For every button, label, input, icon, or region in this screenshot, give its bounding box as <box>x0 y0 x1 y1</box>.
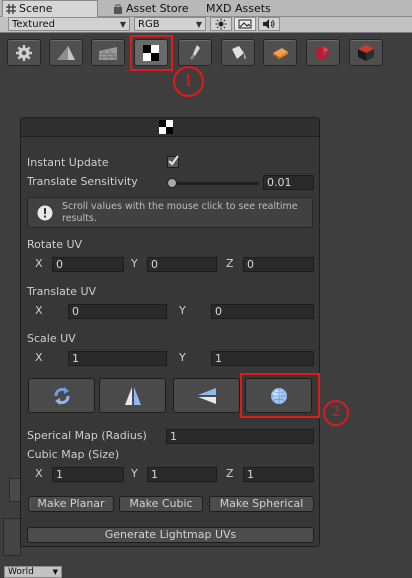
color-mode-value: RGB <box>138 19 160 30</box>
brush-tool-button[interactable] <box>178 39 212 66</box>
chevron-down-icon: ▼ <box>52 568 58 576</box>
wall-icon <box>99 46 117 60</box>
generate-lightmap-uvs-button[interactable]: Generate Lightmap UVs <box>27 527 314 543</box>
spherical-map-label: Sperical Map (Radius) <box>27 429 147 442</box>
cubic-map-y-label: Y <box>131 467 138 480</box>
checkmark-icon <box>168 155 179 166</box>
tab-mxd-assets[interactable]: MXD Assets <box>206 1 286 16</box>
cubic-map-label: Cubic Map (Size) <box>27 448 120 461</box>
paint-bucket-icon <box>232 45 246 59</box>
flip-vertical-button[interactable] <box>99 378 166 413</box>
flip-horizontal-button[interactable] <box>173 378 240 413</box>
eraser-icon <box>273 47 288 59</box>
spherical-map-radius-field[interactable]: 1 <box>166 429 314 444</box>
scale-uv-x-field[interactable]: 1 <box>68 351 167 366</box>
make-spherical-button[interactable]: Make Spherical <box>209 496 314 512</box>
translate-sensitivity-slider-handle[interactable] <box>167 178 177 188</box>
cubic-map-y-field[interactable]: 1 <box>147 467 217 482</box>
color-mode-dropdown[interactable]: RGB ▼ <box>134 17 206 31</box>
face-tool-button[interactable] <box>91 39 125 66</box>
speaker-icon <box>263 19 275 29</box>
pyramid-icon <box>57 45 75 60</box>
world-dropdown-label: World <box>8 567 34 577</box>
rotate-uv-z-label: Z <box>226 257 234 270</box>
gear-icon <box>16 44 32 61</box>
tab-asset-store-label: Asset Store <box>126 2 189 15</box>
paint-tool-button[interactable] <box>221 39 255 66</box>
cubic-map-x-field[interactable]: 1 <box>52 467 124 482</box>
annotation-number: 1 <box>183 71 194 90</box>
lighting-toggle[interactable] <box>210 17 232 31</box>
hash-icon <box>6 3 16 18</box>
tab-mxd-assets-label: MXD Assets <box>206 2 271 15</box>
red-gem-icon <box>316 45 329 60</box>
world-dropdown[interactable]: World ▼ <box>4 566 62 578</box>
cubic-map-x-label: X <box>35 467 43 480</box>
translate-sensitivity-slider-track[interactable] <box>173 182 259 185</box>
render-mode-value: Textured <box>12 19 55 30</box>
cubic-map-z-field[interactable]: 1 <box>243 467 314 482</box>
rotate-uv-x-field[interactable]: 0 <box>52 257 124 272</box>
flip-horizontal-icon <box>197 387 216 404</box>
rotate-arrows-icon <box>54 386 69 405</box>
box-icon <box>358 44 374 61</box>
render-mode-dropdown[interactable]: Textured ▼ <box>8 17 130 31</box>
scene-gizmo-stub <box>3 518 21 556</box>
annotation-highlight-box <box>130 35 173 71</box>
annotation-marker-1: 1 <box>173 66 204 97</box>
material-tool-button[interactable] <box>263 39 297 66</box>
scene-toolbar: Textured ▼ RGB ▼ <box>0 17 412 33</box>
scale-uv-y-label: Y <box>179 351 186 364</box>
tab-bar: Scene Asset Store MXD Assets <box>0 0 412 17</box>
info-icon <box>37 205 53 221</box>
uv-editor-panel: Instant Update Translate Sensitivity 0.0… <box>20 117 320 547</box>
geometry-tool-button[interactable] <box>349 39 383 66</box>
settings-tool-button[interactable] <box>7 39 41 66</box>
object-tool-button[interactable] <box>49 39 83 66</box>
chevron-down-icon: ▼ <box>195 20 202 29</box>
annotation-highlight-box <box>240 373 320 418</box>
rotate-uv-y-field[interactable]: 0 <box>147 257 217 272</box>
bag-icon <box>113 3 123 18</box>
tab-scene-label: Scene <box>19 2 53 15</box>
translate-uv-label: Translate UV <box>27 285 97 298</box>
tab-scene[interactable]: Scene <box>2 0 98 17</box>
checker-icon <box>159 120 173 134</box>
panel-header[interactable] <box>21 118 319 137</box>
scale-uv-x-label: X <box>35 351 43 364</box>
rotate-uv-z-field[interactable]: 0 <box>243 257 314 272</box>
brush-icon <box>190 44 200 60</box>
rotate-uv-y-label: Y <box>131 257 138 270</box>
translate-uv-y-field[interactable]: 0 <box>211 304 314 319</box>
annotation-marker-2: 2 <box>323 400 349 426</box>
translate-uv-x-field[interactable]: 0 <box>68 304 167 319</box>
tab-asset-store[interactable]: Asset Store <box>110 1 206 16</box>
make-cubic-button[interactable]: Make Cubic <box>119 496 203 512</box>
cubic-map-z-label: Z <box>226 467 234 480</box>
rotate-uv-x-label: X <box>35 257 43 270</box>
image-effects-toggle[interactable] <box>234 17 256 31</box>
scale-uv-y-field[interactable]: 1 <box>211 351 314 366</box>
rotate-uv-label: Rotate UV <box>27 238 83 251</box>
audio-toggle[interactable] <box>258 17 280 31</box>
vertex-color-tool-button[interactable] <box>306 39 340 66</box>
chevron-down-icon: ▼ <box>119 20 126 29</box>
sun-icon <box>215 18 227 30</box>
instant-update-checkbox[interactable] <box>167 155 179 168</box>
translate-sensitivity-label: Translate Sensitivity <box>27 175 138 188</box>
help-text: Scroll values with the mouse click to se… <box>62 201 298 224</box>
translate-uv-x-label: X <box>35 304 43 317</box>
instant-update-label: Instant Update <box>27 156 109 169</box>
translate-sensitivity-field[interactable]: 0.01 <box>263 175 314 190</box>
help-box: Scroll values with the mouse click to se… <box>27 197 313 228</box>
rotate-uvs-button[interactable] <box>28 378 95 413</box>
translate-uv-y-label: Y <box>179 304 186 317</box>
scale-uv-label: Scale UV <box>27 332 76 345</box>
flip-vertical-icon <box>124 386 141 405</box>
annotation-number: 2 <box>331 404 341 420</box>
image-icon <box>238 19 252 29</box>
make-planar-button[interactable]: Make Planar <box>28 496 114 512</box>
